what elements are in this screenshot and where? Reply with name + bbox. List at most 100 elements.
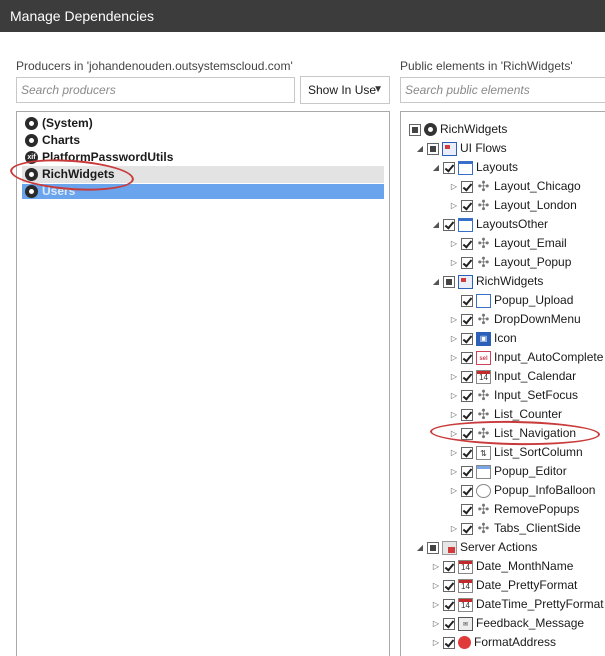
tree-node-richwidgets-root[interactable]: RichWidgets <box>409 120 507 139</box>
show-filter-dropdown[interactable]: Show In Use ▼ <box>300 76 390 104</box>
tree-node-label: Popup_Upload <box>494 293 574 307</box>
tree-checkbox[interactable] <box>461 294 473 307</box>
collapse-arrow-icon[interactable]: ▷ <box>449 196 459 215</box>
producer-item-system[interactable]: (System) <box>22 115 384 132</box>
collapse-arrow-icon[interactable]: ▷ <box>449 234 459 253</box>
tree-node-date-prettyformat[interactable]: ▷ 14 Date_PrettyFormat <box>431 576 577 595</box>
elements-tree[interactable]: RichWidgets ◢ UI Flows ◢ Layouts ▷ ✣ Layout_… <box>400 111 605 656</box>
tree-node-label: Layout_Popup <box>494 255 572 269</box>
tree-checkbox[interactable] <box>409 123 421 136</box>
tree-checkbox[interactable] <box>443 636 455 649</box>
collapse-arrow-icon[interactable]: ▷ <box>449 481 459 500</box>
collapse-arrow-icon[interactable]: ▷ <box>431 614 441 633</box>
expand-arrow-icon[interactable]: ◢ <box>431 272 441 291</box>
producer-item-charts[interactable]: Charts <box>22 132 384 149</box>
collapse-arrow-icon[interactable]: ▷ <box>431 595 441 614</box>
collapse-arrow-icon[interactable]: ▷ <box>431 557 441 576</box>
tree-node-popup-upload[interactable]: Popup_Upload <box>449 291 573 310</box>
block-icon: ✣ <box>477 177 490 194</box>
tree-node-list-sortcolumn[interactable]: ▷ ⇅ List_SortColumn <box>449 443 583 462</box>
tree-node-tabs-clientside[interactable]: ▷ ✣ Tabs_ClientSide <box>449 519 581 538</box>
tree-checkbox[interactable] <box>461 427 473 440</box>
tree-node-label: Layouts <box>476 160 519 174</box>
producer-item-platformpasswordutils[interactable]: xif PlatformPasswordUtils <box>22 149 384 166</box>
tree-node-layout-chicago[interactable]: ▷ ✣ Layout_Chicago <box>449 177 581 196</box>
collapse-arrow-icon[interactable]: ▷ <box>449 310 459 329</box>
producer-item-richwidgets[interactable]: RichWidgets <box>22 166 384 183</box>
tree-node-layout-london[interactable]: ▷ ✣ Layout_London <box>449 196 577 215</box>
collapse-arrow-icon[interactable]: ▷ <box>431 576 441 595</box>
tree-node-label: Popup_Editor <box>494 464 567 478</box>
tree-checkbox[interactable] <box>443 161 455 174</box>
tree-checkbox[interactable] <box>461 237 473 250</box>
tree-checkbox[interactable] <box>461 465 473 478</box>
tree-checkbox[interactable] <box>461 522 473 535</box>
tree-checkbox[interactable] <box>443 560 455 573</box>
tree-node-popup-editor[interactable]: ▷ Popup_Editor <box>449 462 567 481</box>
collapse-arrow-icon[interactable]: ▷ <box>449 348 459 367</box>
tree-checkbox[interactable] <box>461 446 473 459</box>
autocomplete-icon: sel <box>476 350 491 365</box>
tree-checkbox[interactable] <box>461 199 473 212</box>
expand-arrow-icon[interactable]: ◢ <box>415 139 425 158</box>
producer-item-users[interactable]: Users <box>22 184 384 199</box>
tree-checkbox[interactable] <box>461 389 473 402</box>
tree-checkbox[interactable] <box>443 218 455 231</box>
tree-checkbox[interactable] <box>461 484 473 497</box>
tree-node-datetime-prettyformat[interactable]: ▷ 14 DateTime_PrettyFormat <box>431 595 604 614</box>
tree-node-popup-infoballoon[interactable]: ▷ Popup_InfoBalloon <box>449 481 595 500</box>
tree-node-server-actions[interactable]: ◢ Server Actions <box>415 538 537 557</box>
tree-node-feedback-message[interactable]: ▷ ✉ Feedback_Message <box>431 614 584 633</box>
tree-checkbox[interactable] <box>427 541 439 554</box>
collapse-arrow-icon[interactable]: ▷ <box>449 253 459 272</box>
expand-arrow-icon[interactable]: ◢ <box>415 538 425 557</box>
tree-checkbox[interactable] <box>443 579 455 592</box>
tree-checkbox[interactable] <box>461 408 473 421</box>
collapse-arrow-icon[interactable]: ▷ <box>431 633 441 652</box>
tree-checkbox[interactable] <box>461 370 473 383</box>
block-icon: ✣ <box>477 424 490 441</box>
tree-checkbox[interactable] <box>443 598 455 611</box>
expand-arrow-icon[interactable]: ◢ <box>431 158 441 177</box>
collapse-arrow-icon[interactable]: ▷ <box>449 424 459 443</box>
expand-arrow-icon[interactable]: ◢ <box>431 215 441 234</box>
tree-node-list-navigation[interactable]: ▷ ✣ List_Navigation <box>449 424 576 443</box>
tree-node-dropdownmenu[interactable]: ▷ ✣ DropDownMenu <box>449 310 581 329</box>
tree-node-input-autocomplete[interactable]: ▷ sel Input_AutoComplete <box>449 348 603 367</box>
collapse-arrow-icon[interactable]: ▷ <box>449 386 459 405</box>
collapse-arrow-icon[interactable]: ▷ <box>449 443 459 462</box>
tree-checkbox[interactable] <box>461 180 473 193</box>
producers-list[interactable]: (System) Charts xif PlatformPasswordUtil… <box>16 111 390 656</box>
tree-node-richwidgets-flow[interactable]: ◢ RichWidgets <box>431 272 543 291</box>
tree-node-icon[interactable]: ▷ ▣ Icon <box>449 329 517 348</box>
producer-label: RichWidgets <box>42 167 115 181</box>
tree-node-layoutsother[interactable]: ◢ LayoutsOther <box>431 215 548 234</box>
tree-node-removepopups[interactable]: ✣ RemovePopups <box>449 500 579 519</box>
tree-checkbox[interactable] <box>461 313 473 326</box>
collapse-arrow-icon[interactable]: ▷ <box>449 367 459 386</box>
tree-node-date-monthname[interactable]: ▷ 14 Date_MonthName <box>431 557 573 576</box>
tree-checkbox[interactable] <box>443 617 455 630</box>
tree-node-layout-popup[interactable]: ▷ ✣ Layout_Popup <box>449 253 571 272</box>
collapse-arrow-icon[interactable]: ▷ <box>449 519 459 538</box>
tree-node-input-calendar[interactable]: ▷ 14 Input_Calendar <box>449 367 576 386</box>
tree-node-ui-flows[interactable]: ◢ UI Flows <box>415 139 507 158</box>
tree-node-layout-email[interactable]: ▷ ✣ Layout_Email <box>449 234 567 253</box>
tree-checkbox[interactable] <box>427 142 439 155</box>
tree-checkbox[interactable] <box>461 332 473 345</box>
collapse-arrow-icon[interactable]: ▷ <box>449 405 459 424</box>
collapse-arrow-icon[interactable]: ▷ <box>449 329 459 348</box>
tree-checkbox[interactable] <box>461 351 473 364</box>
tree-node-formataddress[interactable]: ▷ FormatAddress <box>431 633 556 652</box>
tree-checkbox[interactable] <box>461 256 473 269</box>
collapse-arrow-icon[interactable]: ▷ <box>449 177 459 196</box>
search-elements-input[interactable] <box>400 77 605 103</box>
collapse-arrow-icon[interactable]: ▷ <box>449 462 459 481</box>
tree-checkbox[interactable] <box>443 275 455 288</box>
tree-node-layouts[interactable]: ◢ Layouts <box>431 158 518 177</box>
action-icon <box>458 636 471 650</box>
tree-checkbox[interactable] <box>461 503 473 516</box>
search-producers-input[interactable] <box>16 77 295 103</box>
tree-node-input-setfocus[interactable]: ▷ ✣ Input_SetFocus <box>449 386 578 405</box>
tree-node-list-counter[interactable]: ▷ ✣ List_Counter <box>449 405 562 424</box>
